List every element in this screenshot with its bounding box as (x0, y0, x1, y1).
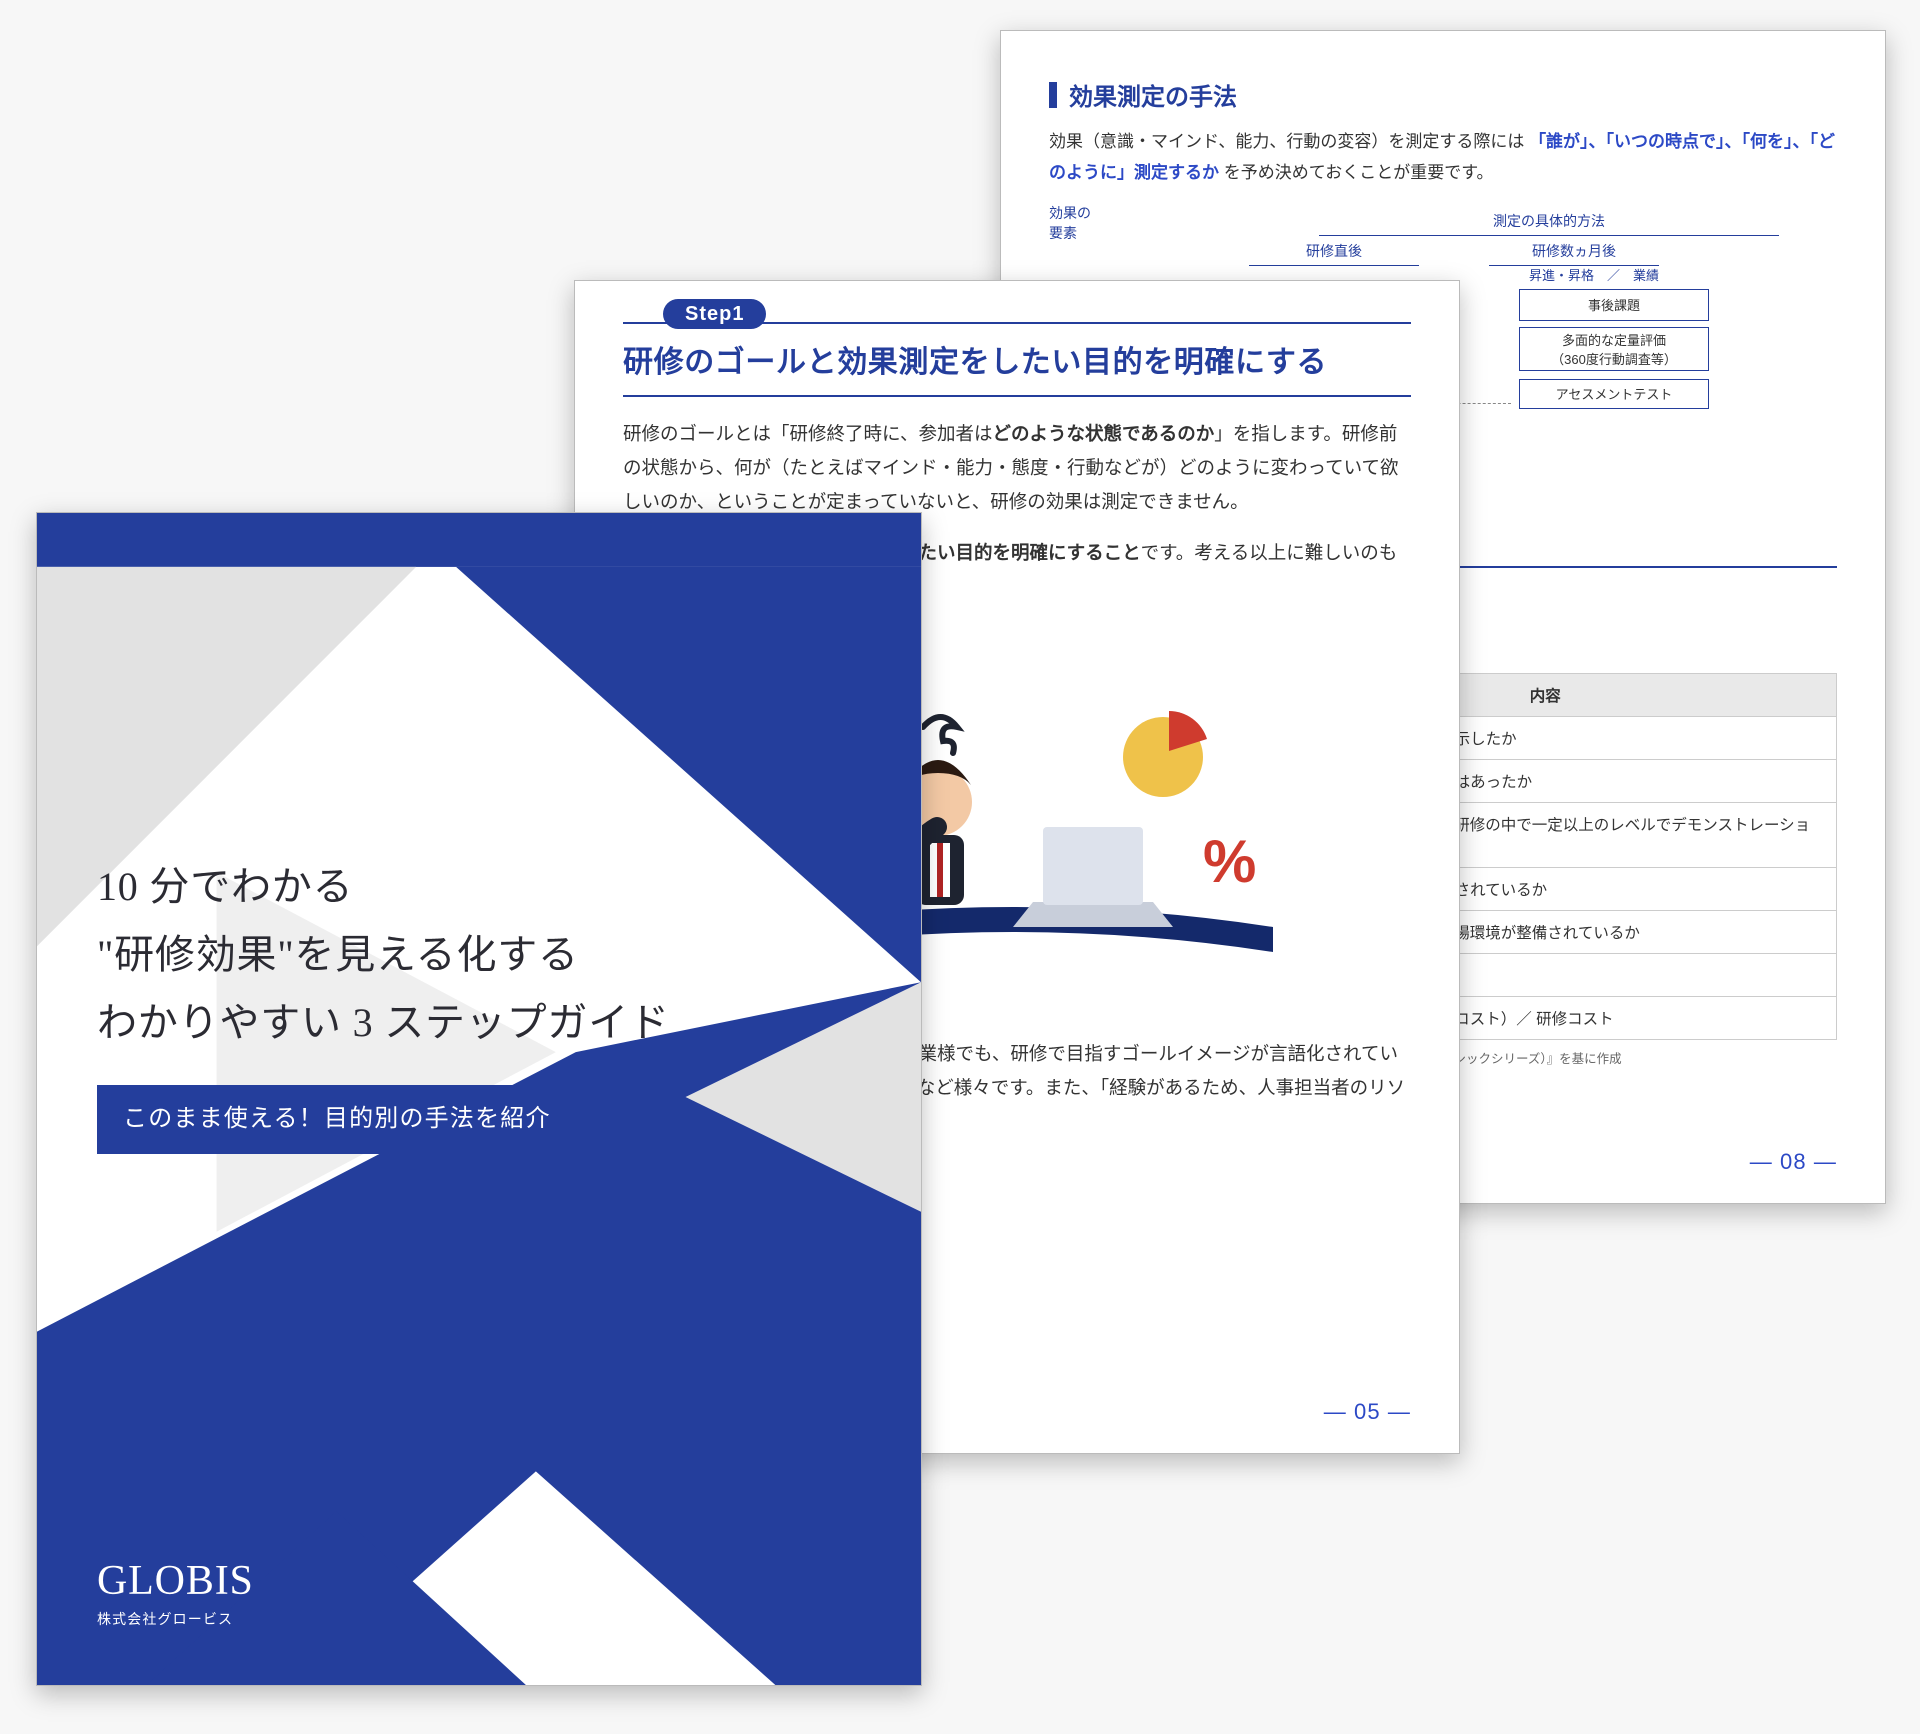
step1-title: 研修のゴールと効果測定をしたい目的を明確にする (623, 337, 1411, 381)
cover-title-line1: 10 分でわかる (97, 853, 670, 921)
section-title: 効果測定の手法 (1069, 77, 1237, 112)
brand-company: 株式会社グロービス (97, 1609, 254, 1629)
diagram-col-immediate: 研修直後 (1249, 241, 1419, 266)
underline (623, 395, 1411, 397)
diagram-note-promotion: 昇進・昇格 ／ 業績 (1529, 265, 1659, 284)
diagram-box-quant: 多面的な定量評価 （360度行動調査等） (1519, 327, 1709, 371)
cover-title-line3: わかりやすい 3 ステップガイド (97, 989, 670, 1057)
cover-brand: GLOBIS 株式会社グロービス (97, 1557, 254, 1629)
diagram-col-months: 研修数ヵ月後 (1489, 241, 1659, 266)
diagram-title: 測定の具体的方法 (1319, 211, 1779, 236)
cover-page: 10 分でわかる "研修効果"を見える化する わかりやすい 3 ステップガイド … (36, 512, 922, 1686)
section-heading-measurement: 効果測定の手法 (1049, 77, 1837, 112)
svg-text:%: % (1203, 828, 1256, 895)
diagram-left-axis: 効果の 要素 (1049, 203, 1091, 243)
measurement-intro: 効果（意識・マインド、能力、行動の変容）を測定する際には 「誰が」、「いつの時点… (1049, 126, 1837, 189)
step-badge: Step1 (663, 303, 766, 326)
cover-tagline: このまま使える！目的別の手法を紹介 (97, 1085, 577, 1154)
cover-title-line2: "研修効果"を見える化する (97, 921, 670, 989)
diagram-box-assessment: アセスメントテスト (1519, 379, 1709, 409)
step1-paragraph-1: 研修のゴールとは「研修終了時に、参加者はどのような状態であるのか」を指します。研… (623, 417, 1411, 520)
brand-logo-text: GLOBIS (97, 1557, 254, 1605)
page-number: — 05 — (1324, 1399, 1411, 1425)
step-divider: Step1 (623, 317, 1411, 327)
diagram-box-followup: 事後課題 (1519, 289, 1709, 321)
page-number: — 08 — (1750, 1149, 1837, 1175)
cover-title-block: 10 分でわかる "研修効果"を見える化する わかりやすい 3 ステップガイド … (97, 853, 670, 1154)
